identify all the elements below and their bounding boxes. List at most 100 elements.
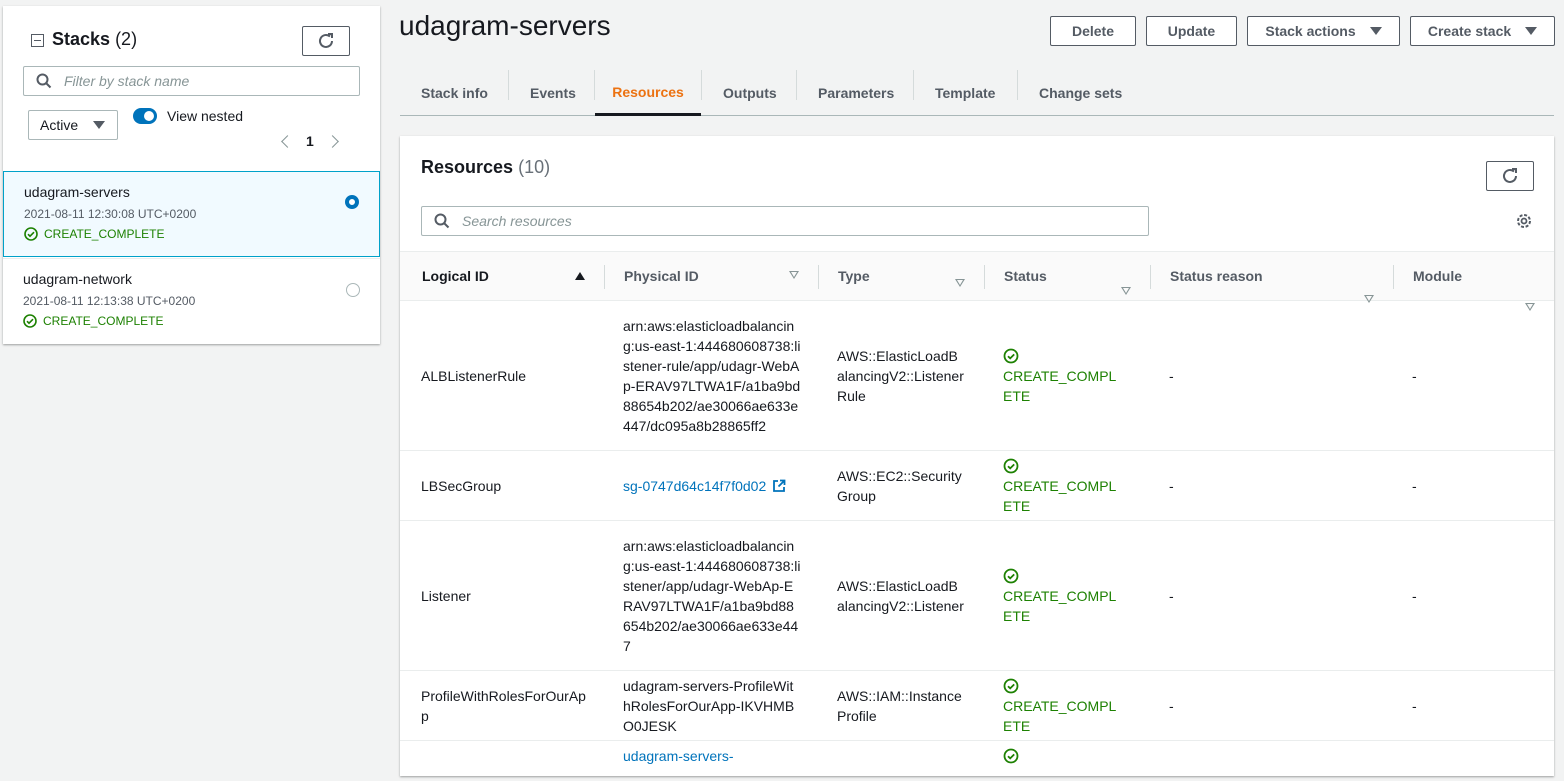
status-cell: CREATE_COMPLETE bbox=[1003, 346, 1125, 406]
col-type[interactable]: Type bbox=[838, 252, 870, 300]
resources-search-input[interactable]: Search resources bbox=[421, 206, 1149, 236]
refresh-icon bbox=[1503, 168, 1517, 183]
external-link-icon[interactable] bbox=[772, 479, 786, 493]
table-header: Logical ID Physical ID Type Status Statu… bbox=[400, 251, 1554, 311]
create-stack-button[interactable]: Create stack bbox=[1410, 16, 1555, 46]
resources-panel: Resources (10) Search resources Logical … bbox=[400, 136, 1554, 776]
physical-id-cell: arn:aws:elasticloadbalancing:us-east-1:4… bbox=[623, 538, 801, 654]
refresh-resources-button[interactable] bbox=[1486, 161, 1534, 191]
table-row: udagram-servers- bbox=[400, 741, 1554, 781]
type-cell: AWS::ElasticLoadBalancingV2::Listener bbox=[837, 578, 964, 614]
stack-status-value: Active bbox=[40, 117, 79, 133]
check-circle-icon bbox=[1003, 678, 1019, 694]
stack-item[interactable]: udagram-network 2021-08-11 12:13:38 UTC+… bbox=[3, 258, 380, 344]
tab-template[interactable]: Template bbox=[935, 70, 995, 116]
settings-gear-icon[interactable] bbox=[1515, 212, 1533, 230]
resources-count: (10) bbox=[518, 157, 551, 177]
collapse-icon[interactable] bbox=[31, 34, 44, 47]
stack-actions-button[interactable]: Stack actions bbox=[1247, 16, 1400, 46]
tab-outputs[interactable]: Outputs bbox=[723, 70, 777, 116]
type-cell: AWS::EC2::SecurityGroup bbox=[837, 468, 962, 504]
tab-divider bbox=[913, 70, 914, 100]
view-nested-toggle[interactable] bbox=[133, 108, 157, 124]
chevron-right-icon[interactable] bbox=[325, 134, 339, 148]
sort-icon[interactable] bbox=[1121, 287, 1131, 295]
col-physical-id[interactable]: Physical ID bbox=[624, 252, 699, 300]
col-status-reason[interactable]: Status reason bbox=[1170, 252, 1263, 300]
tab-events[interactable]: Events bbox=[530, 70, 576, 116]
status-reason-cell: - bbox=[1169, 478, 1174, 494]
module-cell: - bbox=[1412, 478, 1417, 494]
module-cell: - bbox=[1412, 368, 1417, 384]
physical-id-link[interactable]: sg-0747d64c14f7f0d02 bbox=[623, 476, 766, 496]
status-reason-cell: - bbox=[1169, 698, 1174, 714]
caret-down-icon bbox=[1369, 27, 1382, 35]
table-row: Listener arn:aws:elasticloadbalancing:us… bbox=[400, 521, 1554, 671]
stacks-panel: Stacks (2) Filter by stack name Active V… bbox=[3, 6, 380, 344]
stack-status-text: CREATE_COMPLETE bbox=[44, 227, 165, 241]
status-text: CREATE_COMPLETE bbox=[1003, 588, 1117, 624]
sort-ascending-icon[interactable] bbox=[575, 272, 585, 280]
update-button[interactable]: Update bbox=[1146, 16, 1237, 46]
check-circle-icon bbox=[1003, 568, 1019, 584]
logical-id-cell: LBSecGroup bbox=[421, 478, 502, 494]
stack-filter-placeholder: Filter by stack name bbox=[64, 73, 190, 89]
tab-resources[interactable]: Resources bbox=[595, 70, 701, 116]
type-cell: AWS::IAM::InstanceProfile bbox=[837, 688, 962, 724]
column-divider bbox=[1393, 265, 1394, 289]
tab-divider bbox=[508, 70, 509, 100]
stack-date: 2021-08-11 12:30:08 UTC+0200 bbox=[24, 207, 197, 221]
col-logical-id[interactable]: Logical ID bbox=[422, 252, 489, 300]
resources-title: Resources (10) bbox=[421, 157, 550, 178]
stack-status: CREATE_COMPLETE bbox=[24, 227, 164, 241]
stack-radio[interactable] bbox=[346, 283, 360, 297]
stack-filter-input[interactable]: Filter by stack name bbox=[23, 66, 360, 96]
delete-button[interactable]: Delete bbox=[1050, 16, 1136, 46]
logical-id-cell: Listener bbox=[421, 588, 471, 604]
status-cell: CREATE_COMPLETE bbox=[1003, 566, 1125, 626]
check-circle-icon bbox=[24, 227, 38, 241]
column-divider bbox=[1150, 265, 1151, 289]
pagination: 1 bbox=[281, 131, 339, 151]
chevron-left-icon[interactable] bbox=[281, 134, 294, 148]
sort-icon[interactable] bbox=[789, 271, 799, 279]
tab-parameters[interactable]: Parameters bbox=[818, 70, 894, 116]
search-icon bbox=[36, 73, 52, 89]
check-circle-icon bbox=[1003, 458, 1019, 474]
view-nested-label: View nested bbox=[167, 108, 244, 124]
module-cell: - bbox=[1412, 698, 1417, 714]
physical-id-cell: udagram-servers-ProfileWithRolesForOurAp… bbox=[623, 678, 795, 734]
check-circle-icon bbox=[23, 314, 37, 328]
tab-divider bbox=[796, 70, 797, 100]
status-cell: CREATE_COMPLETE bbox=[1003, 676, 1125, 736]
tab-divider bbox=[701, 70, 702, 100]
table-row: LBSecGroup sg-0747d64c14f7f0d02 AWS::EC2… bbox=[400, 451, 1554, 521]
stacks-count: (2) bbox=[115, 29, 138, 49]
stacks-title: Stacks (2) bbox=[52, 29, 137, 50]
refresh-icon bbox=[319, 33, 333, 48]
page-title: udagram-servers bbox=[399, 10, 611, 41]
tab-stack-info[interactable]: Stack info bbox=[421, 70, 488, 116]
stack-actions-label: Stack actions bbox=[1265, 23, 1356, 39]
page-number[interactable]: 1 bbox=[306, 133, 314, 149]
update-button-label: Update bbox=[1167, 23, 1216, 39]
stack-status-text: CREATE_COMPLETE bbox=[43, 314, 164, 328]
tab-divider bbox=[1017, 70, 1018, 100]
delete-button-label: Delete bbox=[1071, 23, 1115, 39]
physical-id-link[interactable]: udagram-servers- bbox=[623, 746, 733, 766]
stack-radio[interactable] bbox=[345, 195, 359, 209]
table-row: ProfileWithRolesForOurApp udagram-server… bbox=[400, 671, 1554, 741]
check-circle-icon bbox=[1003, 748, 1019, 764]
stack-item[interactable]: udagram-servers 2021-08-11 12:30:08 UTC+… bbox=[3, 171, 380, 257]
col-status[interactable]: Status bbox=[1004, 252, 1047, 300]
stack-status-select[interactable]: Active bbox=[28, 110, 118, 140]
stack-name[interactable]: udagram-network bbox=[23, 271, 132, 287]
status-text: CREATE_COMPLETE bbox=[1003, 478, 1117, 514]
search-icon bbox=[434, 213, 450, 229]
tab-change-sets[interactable]: Change sets bbox=[1039, 70, 1122, 116]
sort-icon[interactable] bbox=[955, 279, 965, 287]
status-cell: CREATE_COMPLETE bbox=[1003, 456, 1125, 516]
refresh-stacks-button[interactable] bbox=[302, 26, 350, 56]
col-module[interactable]: Module bbox=[1413, 252, 1462, 300]
stack-name[interactable]: udagram-servers bbox=[24, 184, 130, 200]
